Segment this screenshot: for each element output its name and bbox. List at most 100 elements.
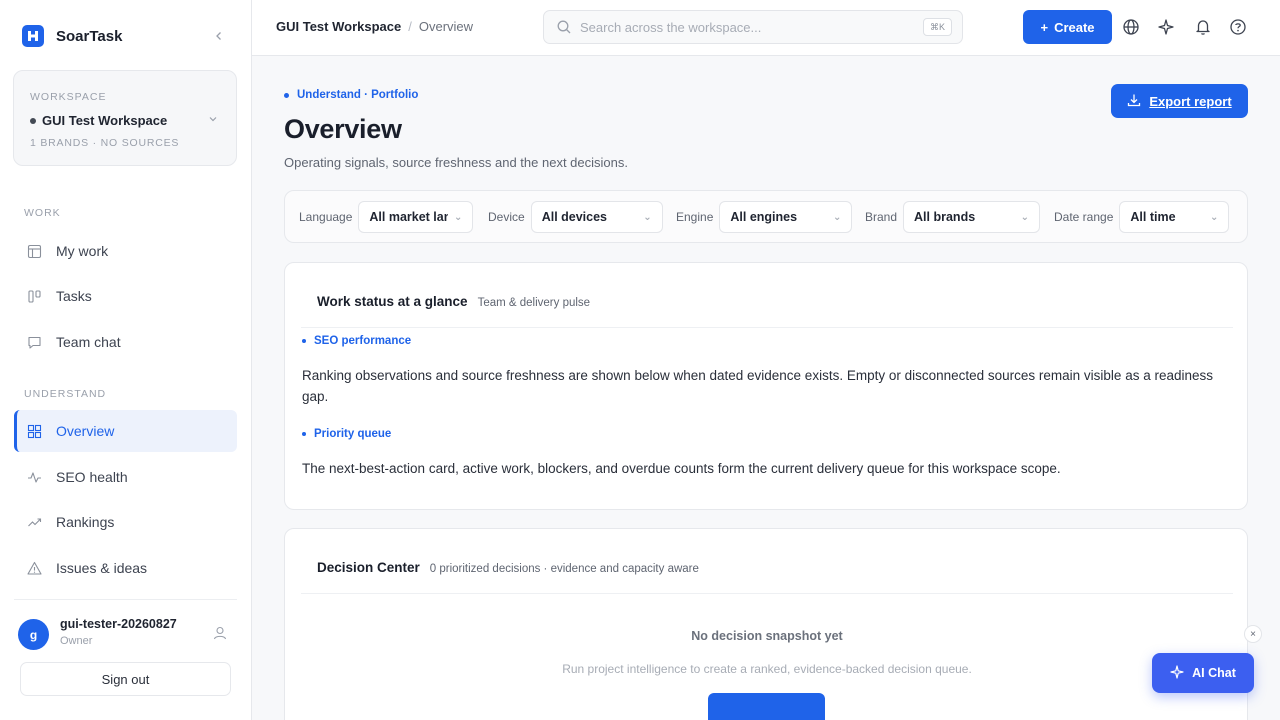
plus-icon: + (1040, 19, 1049, 35)
sidebar-item-label: Overview (56, 423, 115, 439)
create-label: Create (1054, 19, 1095, 35)
user-icon[interactable] (212, 625, 228, 641)
card-title: Decision Center (317, 560, 420, 575)
filter-label: Date range (1054, 210, 1114, 224)
chat-icon (26, 334, 42, 350)
decision-center-card: Decision Center 0 prioritized decisions … (284, 528, 1248, 720)
priority-queue-tag: Priority queue (302, 428, 391, 440)
sidebar-item-issues-ideas[interactable]: Issues & ideas (14, 547, 237, 589)
empty-state-text: Run project intelligence to create a ran… (562, 662, 972, 676)
filter-date-range: Date range All time ⌄ (1054, 201, 1230, 233)
warning-icon (26, 560, 42, 576)
help-icon[interactable] (1229, 18, 1247, 36)
filter-label: Engine (676, 210, 714, 224)
language-select[interactable]: All market languages ⌄ (358, 201, 474, 233)
breadcrumb-page: Overview (418, 19, 474, 34)
user-profile[interactable]: g gui-tester-20260827 Owner (18, 617, 238, 651)
bell-icon[interactable] (1194, 18, 1212, 36)
engine-select[interactable]: All engines ⌄ (719, 201, 853, 233)
eyebrow-text: Understand · Portfolio (297, 89, 419, 101)
filter-value: All engines (730, 210, 798, 224)
sign-out-button[interactable]: Sign out (20, 662, 231, 696)
workspace-label: WORKSPACE (30, 91, 107, 103)
export-report-button[interactable]: Export report (1111, 84, 1248, 118)
card-divider (301, 593, 1233, 594)
pulse-icon (26, 469, 42, 485)
user-name: gui-tester-20260827 (60, 617, 177, 631)
layout-icon (26, 243, 42, 259)
chevron-down-icon (208, 114, 218, 127)
seo-performance-tag: SEO performance (302, 335, 411, 347)
grid-icon (26, 423, 42, 439)
chevron-down-icon: ⌄ (1020, 211, 1030, 223)
card-subtitle: 0 prioritized decisions · evidence and c… (429, 563, 699, 575)
trend-icon (26, 514, 42, 530)
ai-chat-label: AI Chat (1192, 666, 1236, 680)
date-range-select[interactable]: All time ⌄ (1119, 201, 1230, 233)
filter-label: Language (299, 210, 353, 224)
workspace-dot-icon (30, 117, 36, 124)
chevron-down-icon: ⌄ (1209, 211, 1219, 223)
filter-value: All market languages (369, 210, 448, 224)
avatar: g (18, 619, 49, 650)
brand[interactable]: SoarTask (22, 24, 122, 48)
card-title: Work status at a glance (317, 294, 468, 309)
chevron-down-icon: ⌄ (643, 211, 652, 223)
brand-logo-icon (22, 25, 44, 47)
main-content: Understand · Portfolio Overview Operatin… (252, 56, 1280, 720)
sidebar-item-tasks[interactable]: Tasks (14, 275, 237, 317)
kanban-icon (26, 288, 42, 304)
globe-icon[interactable] (1122, 18, 1140, 36)
section-label-work: WORK (24, 207, 61, 219)
filter-label: Device (488, 210, 525, 224)
tag-label: SEO performance (314, 335, 412, 347)
close-icon[interactable]: × (1244, 625, 1262, 643)
breadcrumb-separator: / (408, 19, 412, 34)
chevron-left-icon[interactable] (210, 27, 228, 45)
work-status-card: Work status at a glance Team & delivery … (284, 262, 1248, 510)
section-label-understand: UNDERSTAND (24, 388, 107, 400)
priority-queue-text: The next-best-action card, active work, … (302, 461, 1061, 476)
run-intelligence-button[interactable] (708, 693, 825, 720)
sidebar-item-overview[interactable]: Overview (14, 410, 237, 452)
sidebar-item-my-work[interactable]: My work (14, 230, 237, 272)
filter-value: All brands (914, 210, 976, 224)
filter-brand: Brand All brands ⌄ (865, 201, 1041, 233)
breadcrumb: GUI Test Workspace / Overview (276, 19, 473, 34)
empty-state-title: No decision snapshot yet (691, 629, 843, 643)
filter-language: Language All market languages ⌄ (299, 201, 474, 233)
filter-value: All time (1130, 210, 1176, 224)
filter-label: Brand (865, 210, 898, 224)
workspace-meta: 1 BRANDS · NO SOURCES (30, 137, 180, 149)
brand-name: SoarTask (56, 27, 123, 45)
workspace-switcher[interactable]: WORKSPACE GUI Test Workspace 1 BRANDS · … (13, 70, 237, 166)
workspace-name: GUI Test Workspace (42, 113, 168, 128)
brand-select[interactable]: All brands ⌄ (903, 201, 1041, 233)
device-select[interactable]: All devices ⌄ (530, 201, 663, 233)
sidebar-divider (14, 599, 237, 600)
tag-label: Priority queue (314, 428, 392, 440)
chevron-down-icon: ⌄ (454, 211, 463, 223)
ai-chat-button[interactable]: AI Chat (1152, 653, 1254, 693)
sidebar-item-label: My work (56, 243, 109, 259)
sidebar-item-label: SEO health (56, 469, 128, 485)
sidebar-item-seo-health[interactable]: SEO health (14, 456, 237, 498)
filter-value: All devices (541, 210, 608, 224)
card-subtitle: Team & delivery pulse (477, 297, 591, 309)
sidebar: SoarTask WORKSPACE GUI Test Workspace 1 … (0, 0, 252, 720)
sparkle-icon[interactable] (1157, 18, 1175, 36)
eyebrow-dot-icon (284, 92, 289, 98)
sidebar-item-rankings[interactable]: Rankings (14, 501, 237, 543)
search-shortcut: ⌘K (922, 18, 952, 36)
search-input[interactable] (580, 19, 923, 35)
sidebar-item-team-chat[interactable]: Team chat (14, 321, 237, 363)
page-subtitle: Operating signals, source freshness and … (284, 155, 628, 170)
breadcrumb-workspace[interactable]: GUI Test Workspace (276, 19, 401, 34)
sidebar-item-label: Issues & ideas (56, 560, 148, 576)
export-report-label: Export report (1149, 93, 1232, 109)
filter-device: Device All devices ⌄ (488, 201, 663, 233)
filter-bar: Language All market languages ⌄ Device A… (284, 190, 1248, 243)
tag-dot-icon (302, 339, 306, 343)
create-button[interactable]: + Create (1023, 10, 1112, 44)
search-box[interactable]: ⌘K (543, 10, 963, 44)
